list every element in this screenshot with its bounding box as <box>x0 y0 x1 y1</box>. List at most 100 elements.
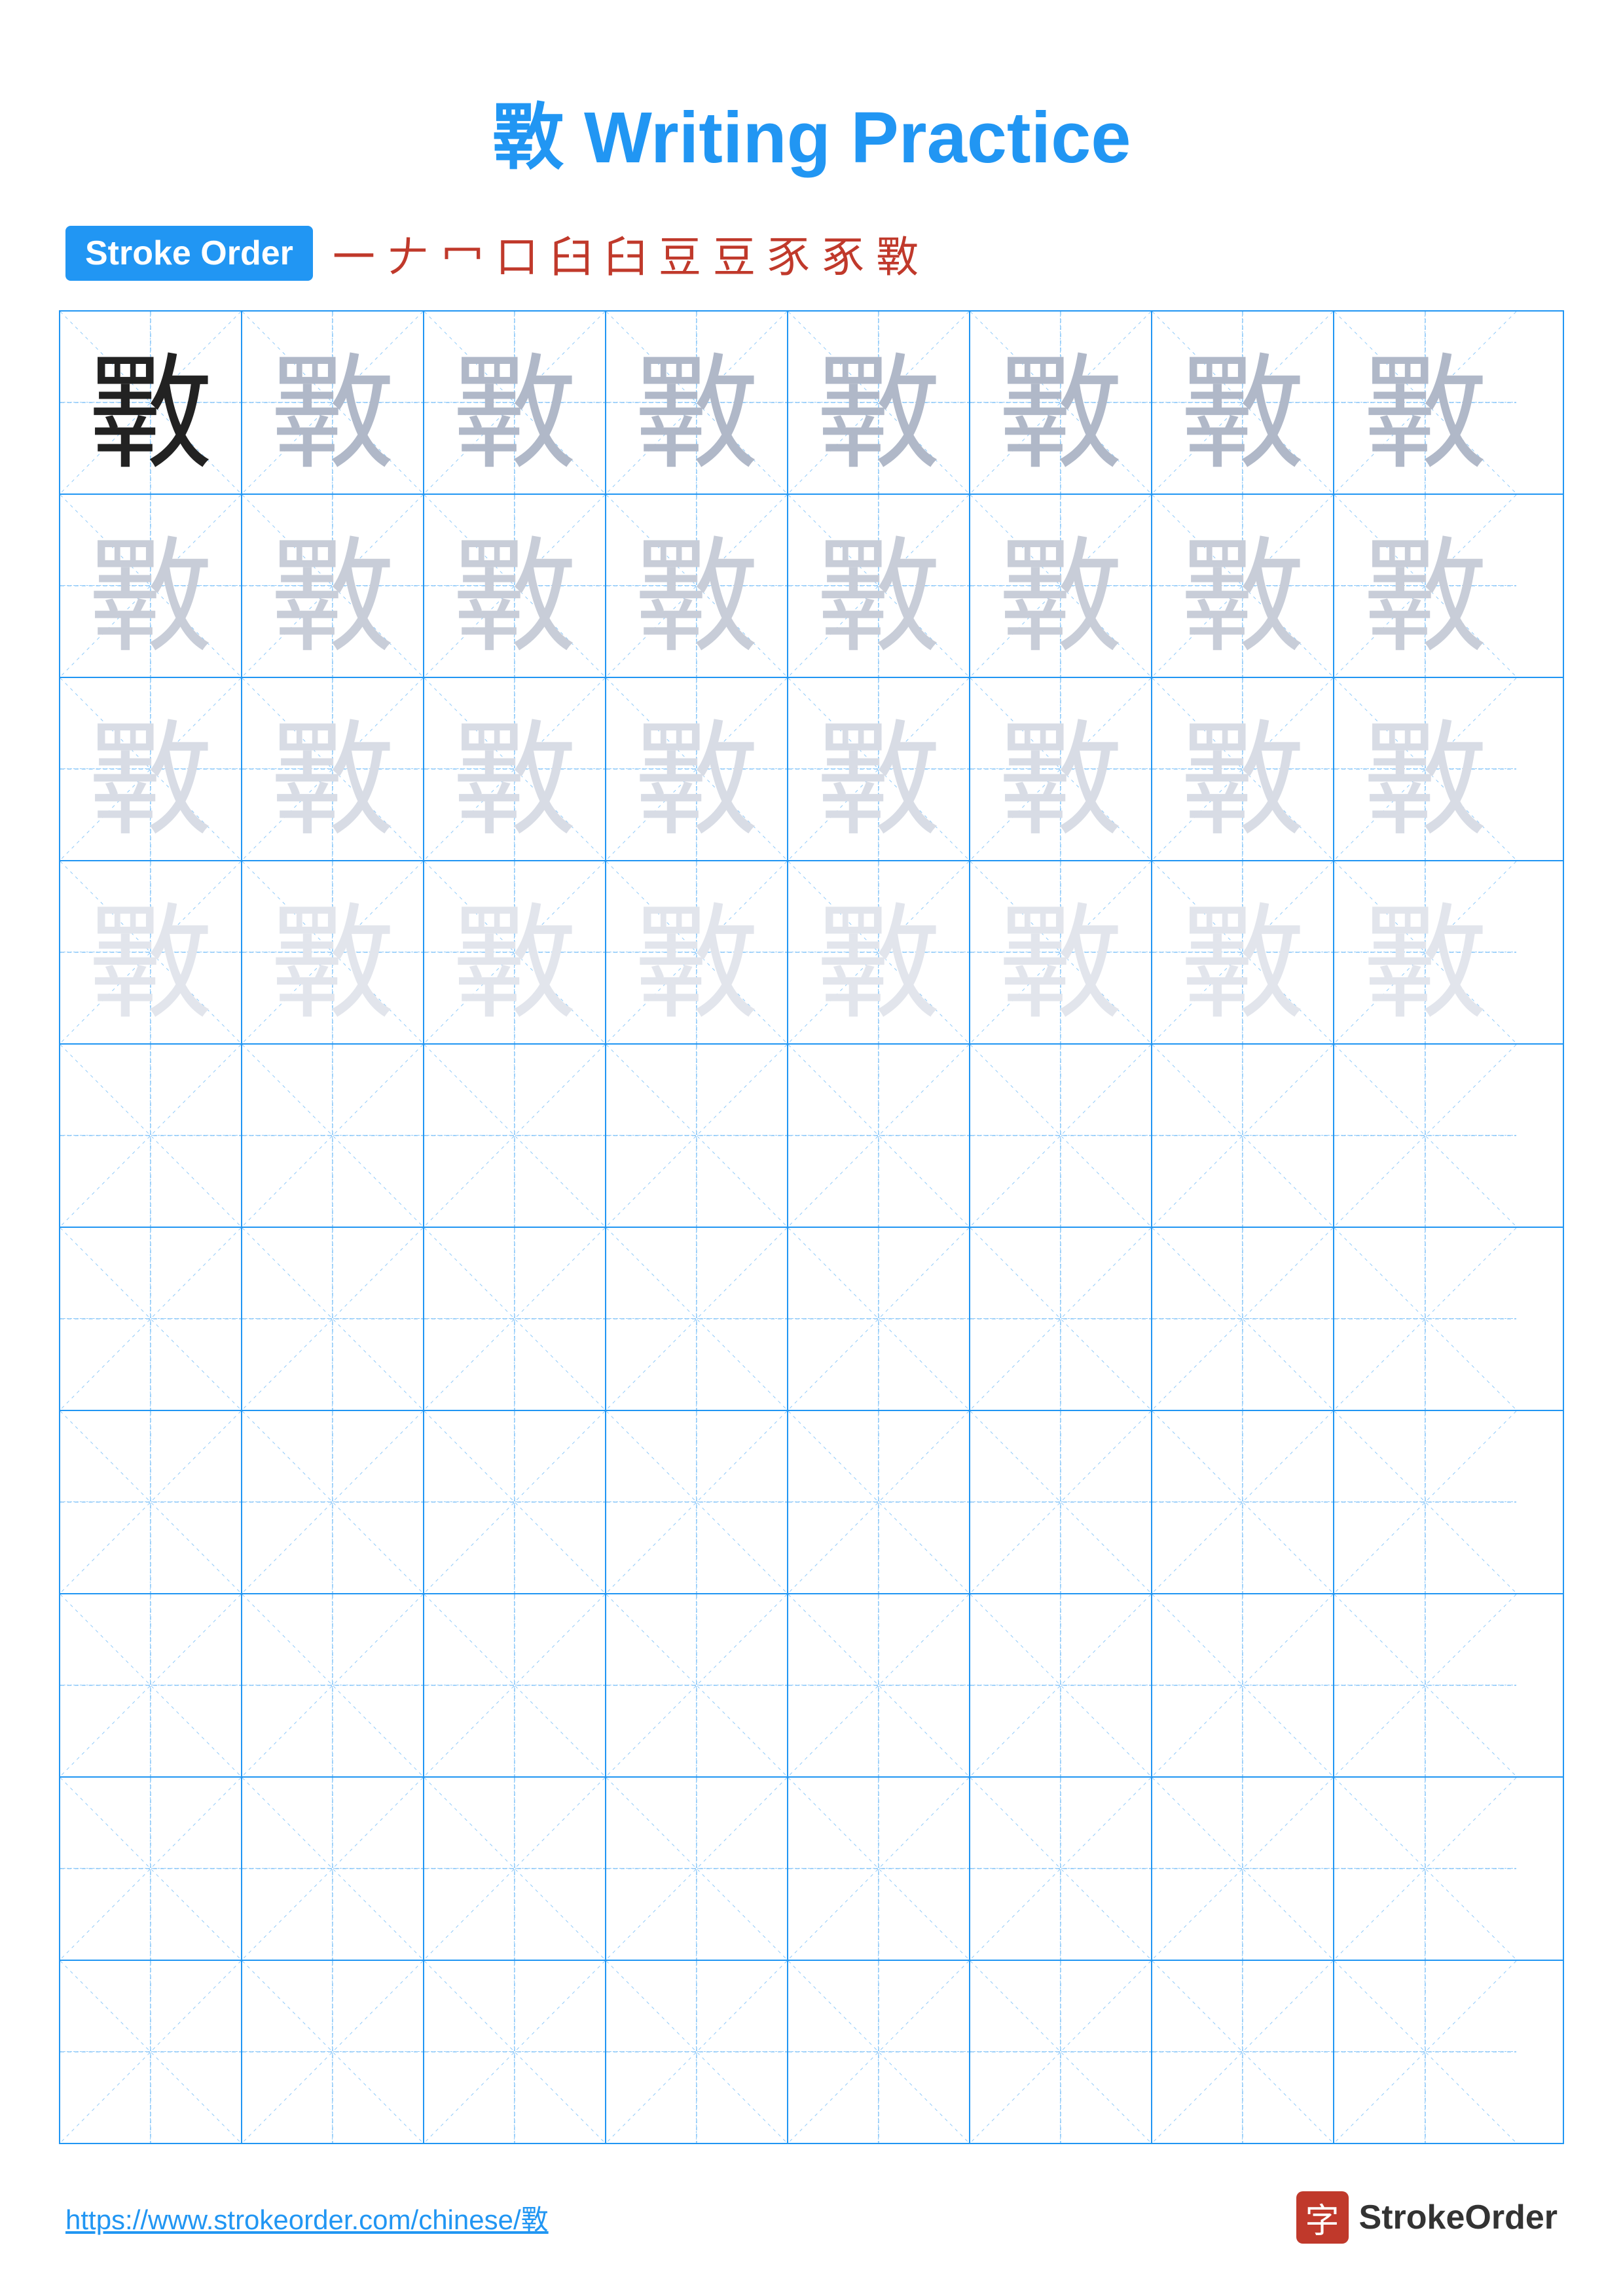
grid-cell-3-1[interactable]: 斁 <box>242 861 424 1043</box>
grid-row-1: 斁 斁 斁 <box>60 495 1563 678</box>
grid-cell-5-0[interactable] <box>60 1228 242 1410</box>
grid-cell-2-2[interactable]: 斁 <box>424 678 606 860</box>
grid-cell-4-5[interactable] <box>970 1045 1152 1227</box>
grid-cell-2-5[interactable]: 斁 <box>970 678 1152 860</box>
grid-cell-5-2[interactable] <box>424 1228 606 1410</box>
grid-cell-9-3[interactable] <box>606 1961 788 2143</box>
char-0-5: 斁 <box>998 313 1123 493</box>
grid-cell-3-3[interactable]: 斁 <box>606 861 788 1043</box>
stroke-step-5: 臼 <box>550 223 593 284</box>
grid-cell-5-3[interactable] <box>606 1228 788 1410</box>
grid-cell-6-4[interactable] <box>788 1411 970 1593</box>
grid-cell-1-4[interactable]: 斁 <box>788 495 970 677</box>
grid-cell-8-2[interactable] <box>424 1778 606 1960</box>
grid-cell-4-6[interactable] <box>1152 1045 1334 1227</box>
char-3-4: 斁 <box>816 863 941 1043</box>
grid-cell-5-7[interactable] <box>1334 1228 1516 1410</box>
grid-row-2: 斁 斁 斁 <box>60 678 1563 861</box>
char-2-2: 斁 <box>452 679 577 859</box>
char-0-7: 斁 <box>1363 313 1487 493</box>
grid-cell-8-3[interactable] <box>606 1778 788 1960</box>
grid-cell-6-6[interactable] <box>1152 1411 1334 1593</box>
grid-cell-9-2[interactable] <box>424 1961 606 2143</box>
grid-cell-6-7[interactable] <box>1334 1411 1516 1593</box>
grid-cell-1-3[interactable]: 斁 <box>606 495 788 677</box>
grid-cell-1-7[interactable]: 斁 <box>1334 495 1516 677</box>
grid-cell-7-2[interactable] <box>424 1594 606 1776</box>
grid-cell-7-5[interactable] <box>970 1594 1152 1776</box>
grid-cell-1-0[interactable]: 斁 <box>60 495 242 677</box>
grid-row-8 <box>60 1778 1563 1961</box>
stroke-step-1: 一 <box>333 223 375 284</box>
char-1-5: 斁 <box>998 496 1123 676</box>
grid-cell-9-1[interactable] <box>242 1961 424 2143</box>
grid-cell-3-5[interactable]: 斁 <box>970 861 1152 1043</box>
grid-cell-3-7[interactable]: 斁 <box>1334 861 1516 1043</box>
grid-cell-4-3[interactable] <box>606 1045 788 1227</box>
grid-cell-4-1[interactable] <box>242 1045 424 1227</box>
grid-cell-9-6[interactable] <box>1152 1961 1334 2143</box>
grid-cell-1-5[interactable]: 斁 <box>970 495 1152 677</box>
grid-cell-2-1[interactable]: 斁 <box>242 678 424 860</box>
grid-cell-0-5[interactable]: 斁 <box>970 312 1152 493</box>
grid-cell-0-2[interactable]: 斁 <box>424 312 606 493</box>
grid-cell-7-6[interactable] <box>1152 1594 1334 1776</box>
stroke-order-row: Stroke Order 一 𠂇 冖 口 臼 臼 豆 豆 豕 豖 斁 <box>0 223 1623 284</box>
char-3-1: 斁 <box>270 863 395 1043</box>
grid-cell-7-0[interactable] <box>60 1594 242 1776</box>
grid-cell-4-2[interactable] <box>424 1045 606 1227</box>
char-0-6: 斁 <box>1180 313 1305 493</box>
grid-cell-7-4[interactable] <box>788 1594 970 1776</box>
grid-cell-9-0[interactable] <box>60 1961 242 2143</box>
grid-cell-8-1[interactable] <box>242 1778 424 1960</box>
grid-cell-9-5[interactable] <box>970 1961 1152 2143</box>
grid-cell-2-4[interactable]: 斁 <box>788 678 970 860</box>
char-3-0: 斁 <box>88 863 213 1043</box>
footer-url-link[interactable]: https://www.strokeorder.com/chinese/斁 <box>65 2198 549 2238</box>
grid-cell-8-0[interactable] <box>60 1778 242 1960</box>
grid-cell-8-5[interactable] <box>970 1778 1152 1960</box>
grid-cell-0-7[interactable]: 斁 <box>1334 312 1516 493</box>
grid-cell-1-1[interactable]: 斁 <box>242 495 424 677</box>
grid-cell-7-3[interactable] <box>606 1594 788 1776</box>
grid-cell-9-7[interactable] <box>1334 1961 1516 2143</box>
grid-cell-8-4[interactable] <box>788 1778 970 1960</box>
grid-cell-0-0[interactable]: 斁 <box>60 312 242 493</box>
grid-cell-6-0[interactable] <box>60 1411 242 1593</box>
grid-cell-9-4[interactable] <box>788 1961 970 2143</box>
grid-cell-3-4[interactable]: 斁 <box>788 861 970 1043</box>
logo-icon: 字 <box>1296 2191 1349 2244</box>
grid-cell-2-6[interactable]: 斁 <box>1152 678 1334 860</box>
grid-cell-0-1[interactable]: 斁 <box>242 312 424 493</box>
grid-cell-2-0[interactable]: 斁 <box>60 678 242 860</box>
grid-cell-2-3[interactable]: 斁 <box>606 678 788 860</box>
grid-cell-5-5[interactable] <box>970 1228 1152 1410</box>
grid-cell-4-0[interactable] <box>60 1045 242 1227</box>
char-1-7: 斁 <box>1363 496 1487 676</box>
grid-cell-3-2[interactable]: 斁 <box>424 861 606 1043</box>
grid-cell-5-1[interactable] <box>242 1228 424 1410</box>
char-0-1: 斁 <box>270 313 395 493</box>
grid-cell-6-1[interactable] <box>242 1411 424 1593</box>
grid-cell-5-6[interactable] <box>1152 1228 1334 1410</box>
grid-cell-6-5[interactable] <box>970 1411 1152 1593</box>
grid-cell-4-4[interactable] <box>788 1045 970 1227</box>
grid-cell-3-0[interactable]: 斁 <box>60 861 242 1043</box>
grid-cell-6-2[interactable] <box>424 1411 606 1593</box>
grid-cell-1-2[interactable]: 斁 <box>424 495 606 677</box>
grid-cell-0-3[interactable]: 斁 <box>606 312 788 493</box>
grid-cell-7-1[interactable] <box>242 1594 424 1776</box>
grid-cell-5-4[interactable] <box>788 1228 970 1410</box>
grid-cell-1-6[interactable]: 斁 <box>1152 495 1334 677</box>
grid-cell-7-7[interactable] <box>1334 1594 1516 1776</box>
grid-cell-0-6[interactable]: 斁 <box>1152 312 1334 493</box>
grid-cell-4-7[interactable] <box>1334 1045 1516 1227</box>
footer: https://www.strokeorder.com/chinese/斁 字 … <box>0 2191 1623 2244</box>
grid-cell-8-7[interactable] <box>1334 1778 1516 1960</box>
char-2-7: 斁 <box>1363 679 1487 859</box>
grid-cell-3-6[interactable]: 斁 <box>1152 861 1334 1043</box>
grid-cell-0-4[interactable]: 斁 <box>788 312 970 493</box>
grid-cell-6-3[interactable] <box>606 1411 788 1593</box>
grid-cell-8-6[interactable] <box>1152 1778 1334 1960</box>
grid-cell-2-7[interactable]: 斁 <box>1334 678 1516 860</box>
